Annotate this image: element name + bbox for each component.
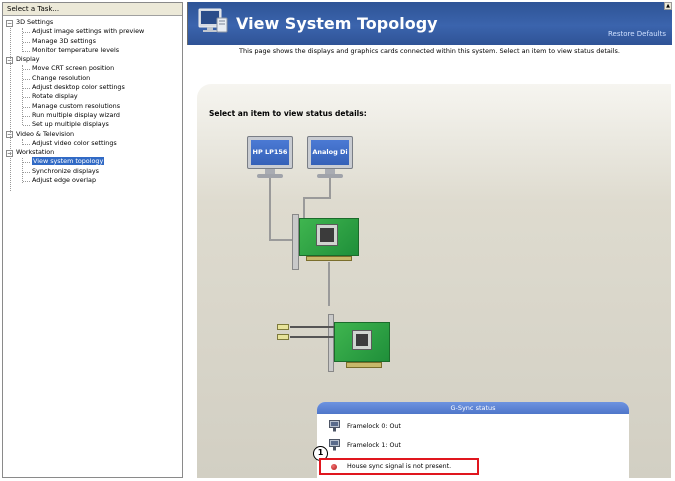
tree-item-custom-resolutions[interactable]: Manage custom resolutions: [6, 102, 182, 111]
monitor-label: Analog Di: [311, 140, 349, 165]
framelock-connector-1: [277, 334, 289, 340]
tree-category-label: Workstation: [16, 148, 55, 157]
framelock-cable-0: [290, 326, 334, 328]
cable-monitor-2-h: [303, 197, 331, 199]
topology-panel: Select an item to view status details: H…: [197, 84, 671, 478]
gsync-card[interactable]: [322, 302, 392, 374]
framelock-label: Framelock 0: Out: [347, 423, 401, 430]
tree-category-3d-settings[interactable]: − 3D Settings: [6, 18, 182, 27]
task-panel-header: Select a Task...: [3, 3, 182, 16]
page-title: View System Topology: [236, 14, 438, 33]
cable-gpu-to-gsync: [328, 262, 330, 306]
tree-item-adjust-edge-overlap[interactable]: Adjust edge overlap: [6, 176, 182, 185]
select-item-label: Select an item to view status details:: [209, 109, 367, 118]
tree-item-change-resolution[interactable]: Change resolution: [6, 74, 182, 83]
tree-item-multiple-display-wizard[interactable]: Run multiple display wizard: [6, 111, 182, 120]
cable-monitor-2: [329, 178, 331, 198]
monitor-label: HP LP156: [251, 140, 289, 165]
tree-item-video-color[interactable]: Adjust video color settings: [6, 139, 182, 148]
tree-category-label: Video & Television: [16, 129, 75, 138]
restore-defaults-link[interactable]: Restore Defaults: [608, 30, 666, 38]
framelock-cable-1: [290, 336, 334, 338]
monitor-hp-lp156[interactable]: HP LP156: [247, 136, 293, 180]
task-panel: Select a Task... − 3D Settings Adjust im…: [2, 2, 183, 478]
house-sync-alert: House sync signal is not present.: [319, 458, 479, 475]
cable-monitor-1: [269, 178, 271, 240]
monitor-analog-display[interactable]: Analog Di: [307, 136, 353, 180]
framelock-label: Framelock 1: Out: [347, 442, 401, 449]
tree-item-adjust-image-settings[interactable]: Adjust image settings with preview: [6, 27, 182, 36]
tree-item-rotate-display[interactable]: Rotate display: [6, 92, 182, 101]
task-tree: − 3D Settings Adjust image settings with…: [3, 16, 182, 191]
tree-category-workstation[interactable]: − Workstation: [6, 148, 182, 157]
framelock-icon: [329, 420, 340, 432]
tree-item-view-system-topology[interactable]: View system topology: [6, 157, 182, 166]
tree-item-manage-3d-settings[interactable]: Manage 3D settings: [6, 37, 182, 46]
tree-category-label: 3D Settings: [16, 18, 54, 26]
tree-category-display[interactable]: − Display: [6, 55, 182, 64]
tree-category-video-television[interactable]: − Video & Television: [6, 130, 182, 139]
title-bar: View System Topology Restore Defaults ▲: [187, 2, 672, 45]
framelock-connector-0: [277, 324, 289, 330]
house-sync-alert-text: House sync signal is not present.: [347, 463, 452, 470]
page-description: This page shows the displays and graphic…: [239, 47, 620, 55]
tree-category-label: Display: [16, 55, 40, 64]
content-area: View System Topology Restore Defaults ▲ …: [187, 2, 672, 478]
tree-item-desktop-color[interactable]: Adjust desktop color settings: [6, 83, 182, 92]
red-status-dot-icon: [331, 464, 337, 470]
gsync-status-title: G-Sync status: [317, 402, 629, 414]
monitor-topology-icon: [198, 8, 228, 33]
framelock-icon: [329, 439, 340, 451]
tree-item-setup-multiple-displays[interactable]: Set up multiple displays: [6, 120, 182, 129]
gsync-status-panel: G-Sync status Framelock 0: Out Framelock…: [313, 402, 629, 478]
tree-item-monitor-temperature[interactable]: Monitor temperature levels: [6, 46, 182, 55]
scroll-up-button[interactable]: ▲: [664, 2, 672, 10]
graphics-card[interactable]: [292, 214, 362, 272]
tree-item-move-crt[interactable]: Move CRT screen position: [6, 64, 182, 73]
tree-item-synchronize-displays[interactable]: Synchronize displays: [6, 167, 182, 176]
